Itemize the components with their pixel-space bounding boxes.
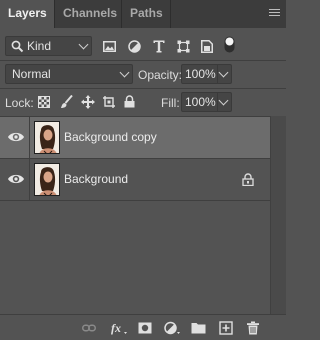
- eye-icon[interactable]: [7, 172, 25, 186]
- blend-row: Normal Opacity: 100%: [0, 60, 286, 88]
- chevron-down-icon[interactable]: [218, 67, 229, 78]
- layers-list: Background copy Background: [0, 116, 286, 314]
- filter-toggle-icon[interactable]: [224, 36, 235, 53]
- filter-row: Kind: [0, 32, 286, 60]
- adjustment-filter-icon[interactable]: [128, 40, 141, 53]
- lock-image-pixels-icon[interactable]: [60, 95, 73, 109]
- layer-thumbnail: [34, 121, 60, 154]
- lock-row: Lock: Fill: 100%: [0, 88, 286, 115]
- image-filter-icon[interactable]: [103, 41, 116, 52]
- filter-kind-label: Kind: [27, 39, 52, 53]
- chevron-down-icon[interactable]: [218, 95, 229, 106]
- layer-row[interactable]: Background: [0, 159, 270, 200]
- layer-divider: [29, 159, 30, 200]
- fill-field[interactable]: 100%: [181, 92, 232, 112]
- opacity-field[interactable]: 100%: [181, 64, 232, 84]
- type-filter-icon[interactable]: [153, 40, 165, 53]
- add-mask-icon[interactable]: [138, 321, 152, 335]
- layer-name[interactable]: Background copy: [64, 130, 157, 144]
- layers-scrollbar[interactable]: [270, 116, 286, 314]
- lock-all-icon[interactable]: [124, 95, 135, 108]
- tab-channels[interactable]: Channels: [55, 0, 121, 28]
- tab-divider: [170, 0, 171, 28]
- panel-menu-icon[interactable]: [269, 9, 280, 18]
- new-layer-icon[interactable]: [219, 321, 233, 335]
- search-icon: [11, 40, 24, 53]
- lock-icon[interactable]: [242, 173, 254, 186]
- link-layers-icon[interactable]: [82, 321, 96, 335]
- shape-filter-icon[interactable]: [177, 40, 190, 53]
- lock-label: Lock:: [5, 96, 34, 110]
- blend-mode-value: Normal: [12, 67, 51, 81]
- layer-divider: [29, 117, 30, 158]
- lock-transparent-pixels-icon[interactable]: [38, 96, 50, 108]
- filter-kind-dropdown[interactable]: Kind: [5, 36, 92, 56]
- layer-thumbnail: [34, 163, 60, 196]
- chevron-down-icon: [78, 39, 89, 50]
- smart-object-filter-icon[interactable]: [201, 40, 213, 53]
- tab-paths[interactable]: Paths: [122, 0, 170, 28]
- new-group-icon[interactable]: [191, 321, 206, 335]
- layer-style-fx-icon[interactable]: fx: [111, 321, 129, 335]
- opacity-value: 100%: [185, 67, 216, 81]
- tab-layers[interactable]: Layers: [0, 0, 54, 28]
- fill-value: 100%: [185, 95, 216, 109]
- chevron-down-icon: [119, 67, 130, 78]
- layers-footer-toolbar: fx: [0, 314, 286, 340]
- new-adjustment-layer-icon[interactable]: [164, 321, 181, 335]
- blend-mode-dropdown[interactable]: Normal: [5, 64, 133, 84]
- eye-icon[interactable]: [7, 130, 25, 144]
- prevent-auto-nesting-icon[interactable]: [102, 95, 116, 109]
- opacity-label: Opacity:: [138, 68, 183, 82]
- delete-layer-icon[interactable]: [246, 321, 260, 335]
- layer-name[interactable]: Background: [64, 172, 128, 186]
- lock-position-icon[interactable]: [81, 95, 95, 109]
- layer-row[interactable]: Background copy: [0, 117, 270, 158]
- svg-text:fx: fx: [111, 321, 121, 335]
- panel-tab-bar: Layers Channels Paths: [0, 0, 286, 28]
- fill-label: Fill:: [161, 96, 180, 110]
